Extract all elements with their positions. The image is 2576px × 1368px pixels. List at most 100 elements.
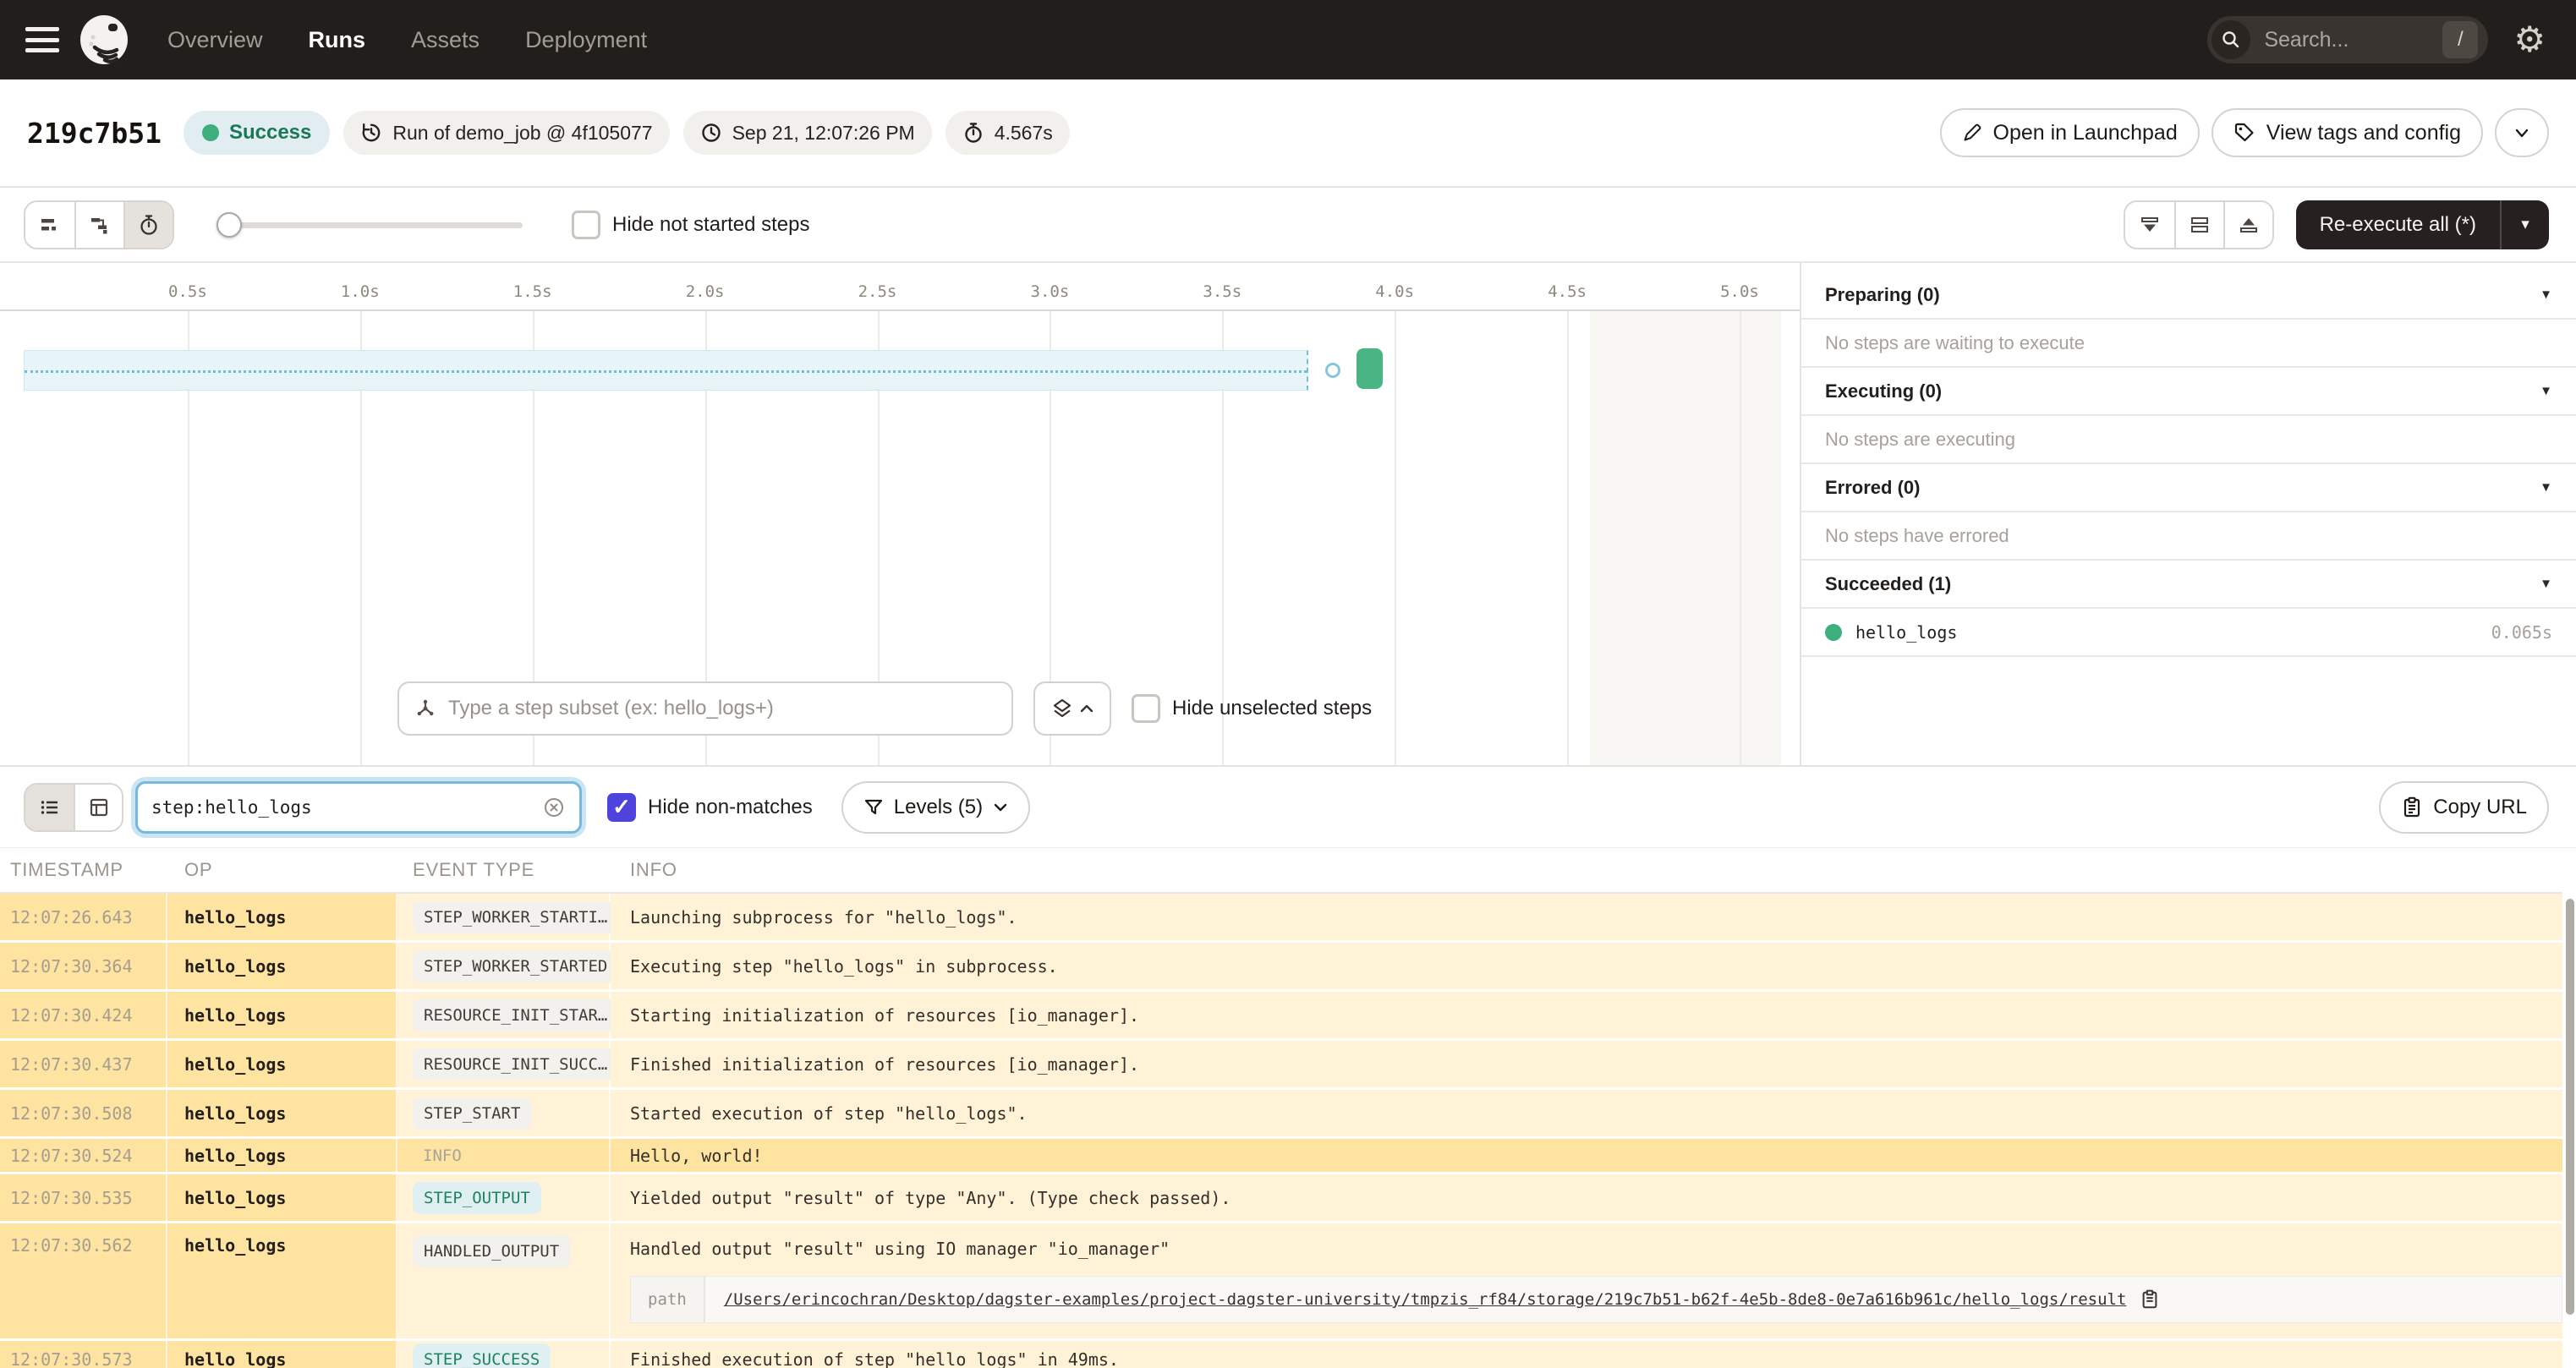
clear-filter-icon[interactable] — [542, 796, 566, 819]
apply-step-layers-button[interactable] — [1033, 681, 1111, 736]
run-of-tag[interactable]: Run of demo_job @ 4f105077 — [343, 111, 670, 155]
reexecute-all-button[interactable]: Re-execute all (*) — [2296, 200, 2500, 249]
step-subset-input[interactable] — [448, 697, 996, 720]
axis-tick: 3.5s — [1203, 282, 1242, 301]
success-dot-icon — [201, 124, 219, 141]
log-filter-field — [135, 780, 582, 834]
main-nav: Overview Runs Assets Deployment — [167, 27, 647, 53]
log-event-cell: STEP_OUTPUT — [397, 1174, 611, 1221]
log-row[interactable]: 12:07:30.508 hello_logs STEP_START Start… — [0, 1090, 2562, 1139]
nav-runs[interactable]: Runs — [309, 27, 366, 53]
axis-tick: 4.5s — [1548, 282, 1587, 301]
log-info-cell: Starting initialization of resources [io… — [611, 992, 2562, 1038]
axis-tick: 3.0s — [1030, 282, 1070, 301]
log-row[interactable]: 12:07:30.364 hello_logs STEP_WORKER_STAR… — [0, 943, 2562, 992]
run-of-label: Run of demo_job @ 4f105077 — [392, 121, 653, 144]
log-list-view-button[interactable] — [25, 784, 74, 830]
waterfall-gantt-icon — [91, 217, 107, 233]
executing-empty-text: No steps are executing — [1801, 416, 2576, 464]
panel-section-executing[interactable]: Executing (0) ▼ — [1801, 368, 2576, 416]
gantt-chart: 0.5s 1.0s 1.5s 2.0s 2.5s 3.0s 3.5s 4.0s 4.5s 5.0s… — [0, 263, 1801, 765]
split-panels-button[interactable] — [2173, 201, 2223, 248]
dagster-logo-icon[interactable] — [79, 15, 129, 64]
nav-deployment[interactable]: Deployment — [525, 27, 647, 53]
log-row[interactable]: 12:07:30.573 hello_logs STEP_SUCCESS Fin… — [0, 1341, 2562, 1368]
log-timestamp: 12:07:30.437 — [0, 1041, 167, 1087]
log-row[interactable]: 12:07:30.424 hello_logs RESOURCE_INIT_ST… — [0, 992, 2562, 1041]
open-in-launchpad-button[interactable]: Open in Launchpad — [1939, 108, 2200, 157]
log-event-cell: STEP_START — [397, 1090, 611, 1136]
search-input[interactable]: Search... / — [2207, 16, 2489, 63]
log-row[interactable]: 12:07:30.562 hello_logs HANDLED_OUTPUT H… — [0, 1223, 2562, 1341]
log-toolbar: ✓ Hide non-matches Levels (5) Copy URL — [0, 767, 2576, 848]
log-structured-view-button[interactable] — [74, 784, 122, 830]
gridline — [1740, 311, 1741, 765]
log-timestamp: 12:07:30.562 — [0, 1223, 167, 1338]
collapse-down-icon — [2140, 216, 2158, 232]
menu-icon[interactable] — [25, 27, 59, 52]
log-row[interactable]: 12:07:26.643 hello_logs STEP_WORKER_STAR… — [0, 894, 2562, 943]
log-op: hello_logs — [167, 943, 397, 989]
search-placeholder: Search... — [2264, 27, 2349, 52]
step-status-panel: Preparing (0) ▼ No steps are waiting to … — [1801, 263, 2576, 765]
log-row[interactable]: 12:07:30.524 hello_logs INFO Hello, worl… — [0, 1139, 2562, 1174]
reexecute-dropdown-button[interactable]: ▾ — [2500, 200, 2549, 249]
step-duration: 0.065s — [2491, 621, 2552, 643]
panel-section-preparing[interactable]: Preparing (0) ▼ — [1801, 271, 2576, 320]
log-event-cell: STEP_WORKER_STARTI… — [397, 894, 619, 940]
gantt-zoom-slider[interactable] — [216, 211, 523, 238]
axis-tick: 1.0s — [340, 282, 380, 301]
hide-unselected-checkbox[interactable] — [1132, 694, 1160, 723]
hide-unselected-label: Hide unselected steps — [1172, 697, 1373, 720]
log-row[interactable]: 12:07:30.535 hello_logs STEP_OUTPUT Yiel… — [0, 1174, 2562, 1223]
errored-empty-text: No steps have errored — [1801, 512, 2576, 561]
hide-non-matches-checkbox[interactable]: ✓ — [607, 792, 636, 822]
log-timestamp: 12:07:30.535 — [0, 1174, 167, 1221]
log-filter-input[interactable] — [151, 796, 542, 818]
run-actions-dropdown-button[interactable] — [2495, 108, 2549, 157]
gantt-marker-icon — [1324, 363, 1340, 378]
succeeded-step-row[interactable]: hello_logs 0.065s — [1801, 609, 2576, 657]
log-view-mode-group — [24, 782, 123, 832]
gantt-after-run-region — [1590, 311, 1781, 765]
preparing-empty-text: No steps are waiting to execute — [1801, 320, 2576, 368]
col-info: INFO — [630, 859, 677, 880]
log-timestamp: 12:07:30.508 — [0, 1090, 167, 1136]
levels-label: Levels (5) — [893, 795, 984, 818]
success-dot-icon — [1825, 623, 1842, 641]
log-event-type: STEP_OUTPUT — [413, 1181, 541, 1214]
log-row[interactable]: 12:07:30.437 hello_logs RESOURCE_INIT_SU… — [0, 1041, 2562, 1090]
axis-tick: 4.0s — [1375, 282, 1415, 301]
hide-not-started-checkbox[interactable] — [572, 210, 600, 239]
log-info-cell: Launching subprocess for "hello_logs". — [611, 894, 2562, 940]
expand-top-panel-button[interactable] — [2222, 201, 2272, 248]
slider-knob[interactable] — [216, 211, 242, 238]
gantt-waiting-band[interactable] — [24, 350, 1309, 391]
levels-dropdown-button[interactable]: Levels (5) — [841, 780, 1031, 834]
axis-tick: 0.5s — [168, 282, 207, 301]
view-tags-config-button[interactable]: View tags and config — [2211, 108, 2483, 157]
log-scrollbar[interactable] — [2566, 899, 2574, 1315]
log-event-type: STEP_SUCCESS — [413, 1343, 551, 1368]
gantt-toolbar: Hide not started steps Re-execute all (*… — [0, 188, 2576, 263]
split-rows-icon — [2190, 216, 2208, 233]
nav-assets[interactable]: Assets — [411, 27, 480, 53]
nav-overview[interactable]: Overview — [167, 27, 263, 53]
panel-section-succeeded[interactable]: Succeeded (1) ▼ — [1801, 561, 2576, 609]
log-path-link[interactable]: /Users/erincochran/Desktop/dagster-examp… — [724, 1290, 2127, 1309]
copy-url-button[interactable]: Copy URL — [2379, 780, 2549, 834]
log-event-type: INFO — [423, 1146, 462, 1165]
gantt-flat-view-button[interactable] — [25, 201, 74, 248]
log-op: hello_logs — [167, 1139, 397, 1172]
gantt-timed-view-button[interactable] — [123, 201, 173, 248]
expand-bottom-panel-button[interactable] — [2124, 201, 2174, 248]
gantt-step-bar[interactable] — [1357, 348, 1383, 389]
gantt-waterfall-view-button[interactable] — [74, 201, 123, 248]
panel-section-errored[interactable]: Errored (0) ▼ — [1801, 464, 2576, 512]
structured-log-icon — [90, 798, 107, 816]
step-subset-field — [397, 681, 1013, 736]
run-id: 219c7b51 — [27, 116, 162, 150]
section-title: Executing (0) — [1825, 380, 1943, 402]
copy-path-icon[interactable] — [2140, 1289, 2160, 1310]
gear-icon[interactable]: ⚙ — [2513, 22, 2546, 57]
